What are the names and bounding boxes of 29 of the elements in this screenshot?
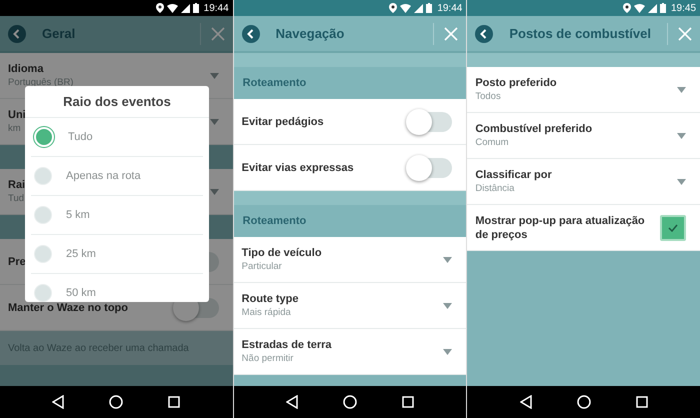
setting-label: Mostrar pop-up para atualização de preços [475, 214, 646, 242]
setting-value: Mais rápida [242, 307, 292, 318]
screen-title: Navegação [276, 26, 346, 41]
setting-label: Uni [8, 109, 26, 121]
setting-value: Particular [242, 261, 283, 272]
setting-label: Classificar por [475, 169, 552, 181]
clock-time: 19:44 [437, 2, 462, 14]
screen-title: Postos de combustível [509, 26, 652, 41]
setting-value: Tud [8, 193, 26, 204]
setting-label: Pre [8, 256, 26, 268]
setting-label: Evitar vias expressas [242, 162, 354, 174]
setting-label: Combustível preferido [475, 123, 592, 135]
setting-label: Estradas de terra [242, 339, 332, 351]
setting-label: Rai [8, 179, 26, 191]
setting-label: Idioma [8, 63, 44, 75]
setting-value: Distância [475, 183, 516, 194]
setting-value: Não permitir [242, 353, 294, 364]
setting-value: Português (BR) [8, 77, 74, 88]
setting-label: Posto preferido [475, 77, 557, 89]
dialog-title: Raio dos eventos [25, 86, 209, 118]
setting-label: Evitar pedágios [242, 116, 324, 128]
clock-time: 19:44 [204, 2, 229, 14]
setting-value: km [8, 123, 22, 134]
setting-value: Todos [475, 91, 502, 102]
setting-label: Route type [242, 293, 299, 305]
setting-label: Tipo de veículo [242, 247, 322, 259]
setting-value: Comum [475, 137, 510, 148]
setting-label: Manter o Waze no topo [8, 302, 128, 314]
clock-time: 19:45 [670, 2, 696, 14]
